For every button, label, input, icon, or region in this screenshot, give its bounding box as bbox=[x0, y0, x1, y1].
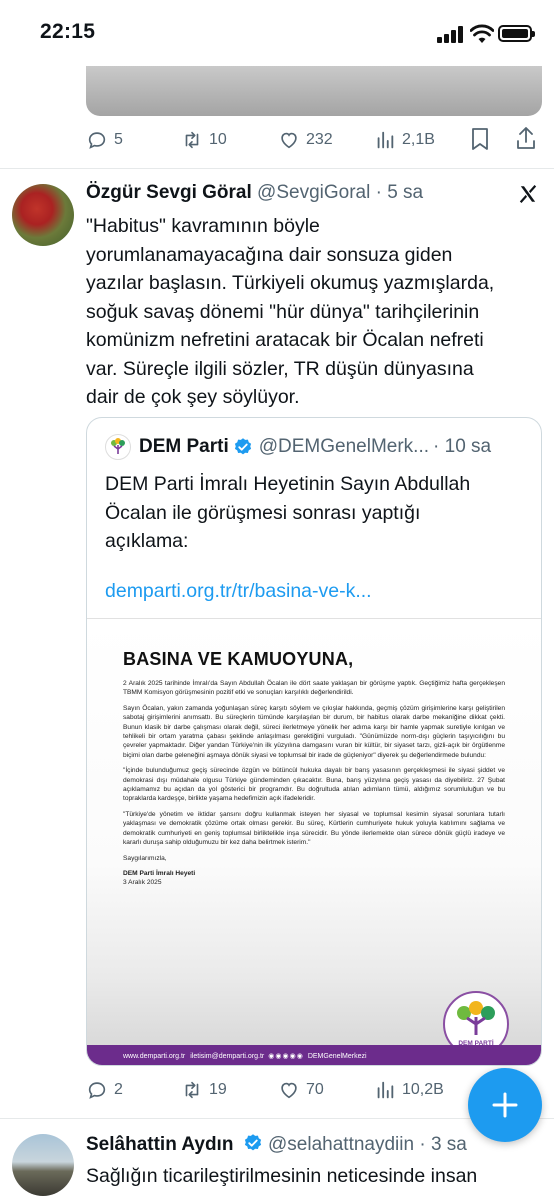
views-button[interactable]: 2,1B bbox=[374, 129, 435, 151]
quote-time: · 10 sa bbox=[433, 436, 492, 457]
footer-email: iletisim@demparti.org.tr bbox=[190, 1052, 265, 1060]
status-bar: 22:15 bbox=[0, 0, 554, 66]
like-count: 70 bbox=[306, 1081, 324, 1098]
views-icon bbox=[377, 1081, 394, 1099]
quote-header: DEM Parti @DEMGenelMerk... · 10 sa bbox=[105, 434, 491, 460]
author-handle[interactable]: @selahattnaydiin bbox=[268, 1134, 414, 1155]
avatar[interactable] bbox=[12, 184, 74, 246]
author-handle[interactable]: @SevgiGoral bbox=[257, 182, 370, 203]
view-count: 2,1B bbox=[402, 131, 435, 148]
tweet-text-line: yorumlanamayacağına dair sonsuza giden bbox=[86, 243, 453, 266]
plus-icon bbox=[492, 1092, 518, 1118]
like-button[interactable]: 70 bbox=[278, 1079, 324, 1101]
quote-text: DEM Parti İmralı Heyetinin Sayın Abdulla… bbox=[105, 470, 535, 556]
reply-button[interactable]: 5 bbox=[86, 129, 123, 151]
press-paragraph: 2 Aralık 2025 tarihinde İmralı'da Sayın … bbox=[123, 680, 505, 697]
reply-count: 5 bbox=[114, 131, 123, 148]
reply-button[interactable]: 2 bbox=[86, 1079, 123, 1101]
tweet-time: · 3 sa bbox=[419, 1134, 467, 1155]
wifi-icon bbox=[470, 24, 494, 43]
author-name[interactable]: Özgür Sevgi Göral bbox=[86, 182, 252, 203]
tweet-text-line: yazılar başlasın. Türkiyeli okumuş yazmı… bbox=[86, 272, 495, 294]
next-tweet-text: Sağlığın ticarileştirilmesinin neticesin… bbox=[86, 1162, 536, 1191]
heart-icon bbox=[281, 132, 297, 149]
tweet-divider bbox=[0, 168, 554, 169]
tweet-actions: 2 19 70 10,2B bbox=[86, 1075, 506, 1105]
quote-tweet-card[interactable]: DEM Parti @DEMGenelMerk... · 10 sa DEM P… bbox=[86, 417, 542, 1066]
tweet-text-line: "Habitus" kavramının böyle bbox=[86, 215, 320, 237]
share-icon[interactable] bbox=[515, 125, 537, 151]
previous-tweet-media[interactable] bbox=[86, 66, 542, 116]
press-paragraph: "Türkiye'de yönetim ve iktidar şansını d… bbox=[123, 810, 505, 847]
tweet-header: Özgür Sevgi Göral @SevgiGoral · 5 sa bbox=[86, 182, 423, 204]
tweet-text-line: dair de çok şey söylüyor. bbox=[86, 386, 300, 408]
tweet-text-line: komünizm nefretini aratacak bir Öcalan n… bbox=[86, 329, 484, 351]
reply-icon bbox=[88, 132, 106, 149]
views-button[interactable]: 10,2B bbox=[374, 1079, 444, 1101]
quote-text-line: Öcalan ile görüşmesi sonrası yaptığı bbox=[105, 501, 421, 524]
battery-icon bbox=[498, 25, 535, 42]
press-paragraph: Saygılarımızla, bbox=[123, 854, 167, 862]
retweet-button[interactable]: 10 bbox=[181, 129, 227, 151]
press-release-body: 2 Aralık 2025 tarihinde İmralı'da Sayın … bbox=[123, 679, 505, 888]
quote-text-line: DEM Parti İmralı Heyetinin Sayın Abdulla… bbox=[105, 473, 471, 495]
status-time: 22:15 bbox=[40, 20, 96, 43]
tree-logo-icon bbox=[111, 438, 125, 454]
quote-link[interactable]: demparti.org.tr/tr/basina-ve-k... bbox=[105, 580, 372, 603]
quote-author-handle[interactable]: @DEMGenelMerk... bbox=[259, 436, 429, 458]
tweet-text-line: var. Süreçle ilgili sözler, TR düşün dün… bbox=[86, 357, 474, 380]
like-count: 232 bbox=[306, 131, 333, 148]
cellular-signal-icon bbox=[437, 26, 465, 43]
x-logo-icon[interactable] bbox=[517, 183, 539, 205]
retweet-count: 10 bbox=[209, 131, 227, 148]
social-icons: ◉◉◉◉◉ bbox=[268, 1053, 304, 1060]
press-paragraph: "İçinde bulunduğumuz geçiş sürecinde özg… bbox=[123, 767, 505, 803]
quote-text-line: açıklama: bbox=[105, 530, 189, 552]
heart-icon bbox=[281, 1082, 297, 1099]
tweet-time: · 5 sa bbox=[375, 182, 424, 203]
verified-badge-icon bbox=[244, 1134, 261, 1151]
press-release-title: BASINA VE KAMUOYUNA, bbox=[123, 649, 354, 669]
tweet-text-line: Sağlığın ticarileştirilmesinin neticesin… bbox=[86, 1165, 478, 1187]
previous-tweet-actions: 5 10 232 2,1B bbox=[86, 125, 506, 155]
dem-parti-avatar[interactable] bbox=[105, 434, 131, 460]
views-icon bbox=[377, 131, 394, 149]
reply-icon bbox=[88, 1082, 106, 1099]
verified-badge-icon bbox=[234, 438, 251, 455]
avatar[interactable] bbox=[12, 1134, 74, 1196]
footer-handle: DEMGenelMerkezi bbox=[307, 1052, 367, 1060]
press-signature: DEM Parti İmralı Heyeti bbox=[123, 869, 196, 877]
next-tweet-header: Selâhattin Aydın @selahattnaydiin · 3 sa bbox=[86, 1133, 467, 1156]
press-paragraph: Sayın Öcalan, yakın zamanda yoğunlaşan s… bbox=[123, 704, 505, 759]
press-date: 3 Aralık 2025 bbox=[123, 879, 162, 887]
like-button[interactable]: 232 bbox=[278, 129, 333, 151]
press-footer: www.demparti.org.tr iletisim@demparti.or… bbox=[87, 1045, 541, 1065]
compose-button[interactable] bbox=[468, 1068, 542, 1142]
retweet-icon bbox=[185, 1081, 199, 1099]
reply-count: 2 bbox=[114, 1081, 123, 1098]
tweet-text: "Habitus" kavramının böyle yorumlanamaya… bbox=[86, 212, 536, 412]
retweet-button[interactable]: 19 bbox=[181, 1079, 227, 1101]
retweet-icon bbox=[185, 131, 199, 149]
bookmark-icon[interactable] bbox=[469, 127, 491, 151]
footer-site: www.demparti.org.tr bbox=[123, 1052, 186, 1060]
tweet-text-line: soğuk savaş dönemi "hür dünya" tarihçile… bbox=[86, 300, 480, 323]
retweet-count: 19 bbox=[209, 1081, 227, 1098]
press-release-image[interactable]: BASINA VE KAMUOYUNA, 2 Aralık 2025 tarih… bbox=[87, 618, 541, 1065]
quote-author-name[interactable]: DEM Parti bbox=[139, 436, 229, 458]
author-name[interactable]: Selâhattin Aydın bbox=[86, 1134, 233, 1155]
view-count: 10,2B bbox=[402, 1081, 444, 1098]
